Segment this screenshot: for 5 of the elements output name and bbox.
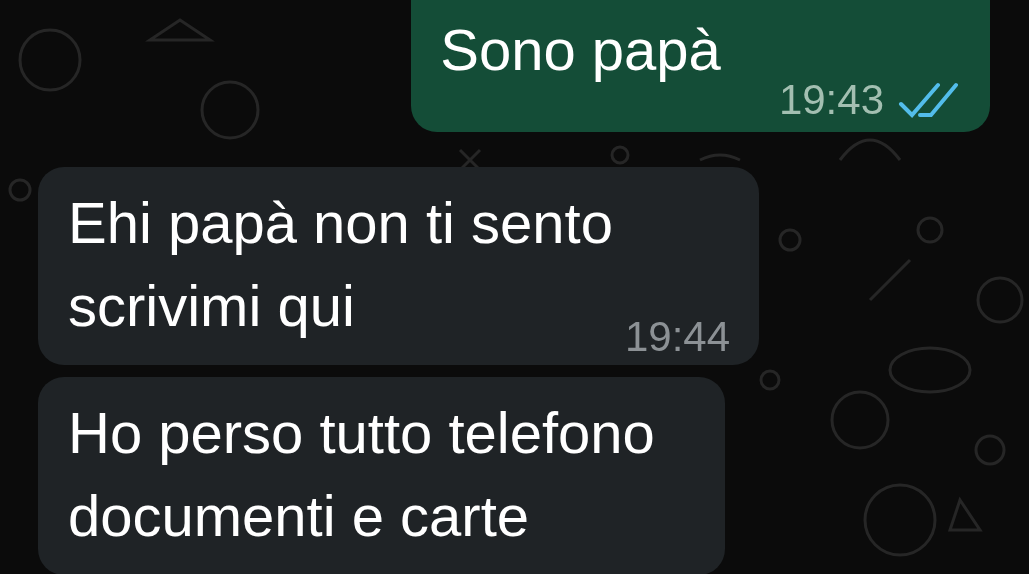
message-text: Ho perso tutto telefono documenti e carte: [68, 399, 655, 550]
message-time: 19:43: [778, 78, 884, 122]
message-text: Sono papà: [440, 16, 721, 84]
message-text: Ehi papà non ti sento scrivimi qui: [68, 189, 613, 340]
message-time: 19:44: [624, 315, 731, 359]
